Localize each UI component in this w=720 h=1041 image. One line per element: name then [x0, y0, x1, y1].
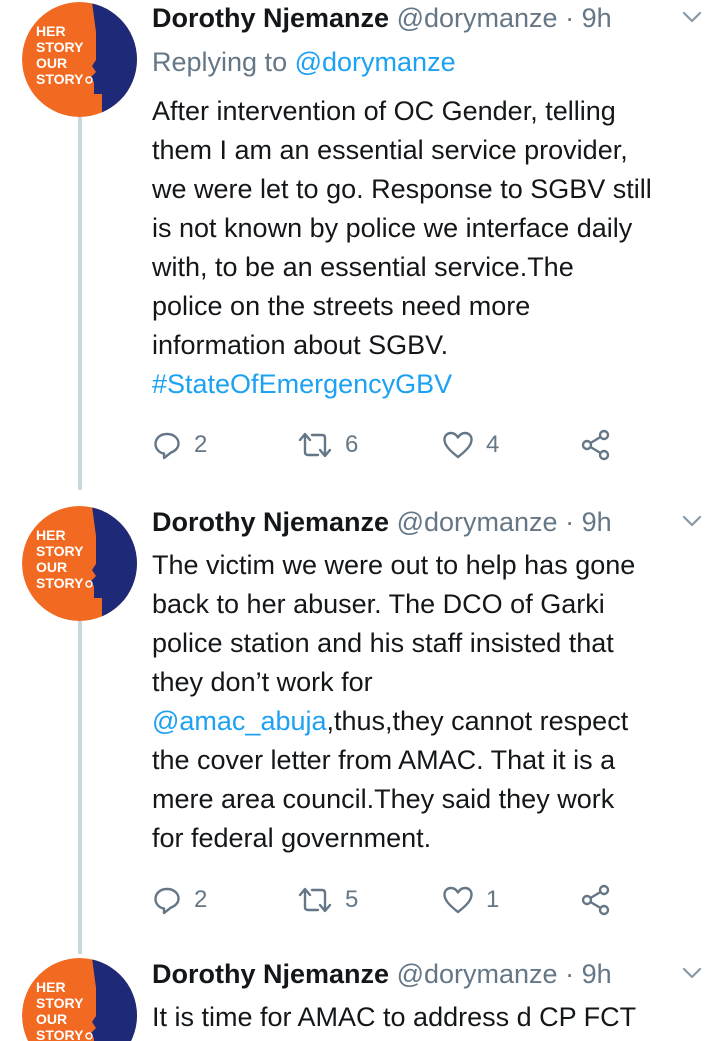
reply-count: 2: [194, 886, 208, 913]
tweet-text-line: It is time for AMAC to address d CP FCT: [152, 1002, 637, 1032]
retweet-icon: [298, 887, 332, 913]
tweet-text-line: mere area council.They said they work: [152, 784, 615, 814]
avatar-text-story: STORY: [36, 995, 84, 1011]
tweet-text-line: police on the streets need more: [152, 291, 531, 321]
avatar-text-story: STORY: [36, 543, 84, 559]
tweet-text-line: with, to be an essential service.The: [152, 252, 574, 282]
tweet-time[interactable]: 9h: [582, 3, 612, 33]
separator-dot: ·: [565, 3, 575, 33]
tweet-text-line: After intervention of OC Gender, telling: [152, 96, 616, 126]
tweet-3[interactable]: HER STORY OUR STORY Dorothy Njemanze @do…: [0, 956, 720, 1041]
like-button[interactable]: 4: [442, 425, 499, 465]
tweet-header: Dorothy Njemanze @dorymanze · 9h: [152, 504, 700, 540]
tweet-1[interactable]: HER STORY OUR STORY Dorothy Njemanze @do…: [0, 0, 720, 490]
avatar-profile-silhouette: [90, 958, 137, 1041]
avatar-text-her: HER: [36, 23, 66, 39]
avatar-text-story-2: STORY: [36, 71, 84, 87]
share-button[interactable]: [580, 425, 612, 465]
author-name[interactable]: Dorothy Njemanze: [152, 3, 389, 33]
avatar-text-our: OUR: [36, 1011, 67, 1027]
avatar-text-our: OUR: [36, 559, 67, 575]
avatar-text-story-2: STORY: [36, 1027, 84, 1041]
hashtag-link[interactable]: #StateOfEmergencyGBV: [152, 365, 700, 404]
chevron-down-icon[interactable]: [682, 10, 702, 24]
tweet-header: Dorothy Njemanze @dorymanze · 9h: [152, 0, 700, 36]
replying-to-label: Replying to: [152, 47, 288, 77]
chevron-down-icon[interactable]: [682, 514, 702, 528]
author-name[interactable]: Dorothy Njemanze: [152, 959, 389, 989]
tweet-text-line: The victim we were out to help has gone: [152, 550, 636, 580]
tweet-text-line: back to her abuser. The DCO of Garki: [152, 589, 605, 619]
avatar-text-story: STORY: [36, 39, 84, 55]
tweet-text-line: they don’t work for: [152, 667, 373, 697]
replying-to: Replying to @dorymanze: [152, 44, 456, 80]
tweet-time[interactable]: 9h: [582, 959, 612, 989]
reply-icon: [154, 887, 180, 915]
tweet-text: After intervention of OC Gender, telling…: [152, 92, 700, 404]
tweet-text-line: is not known by police we interface dail…: [152, 213, 633, 243]
tweet-text-line: information about SGBV.: [152, 330, 449, 360]
author-handle[interactable]: @dorymanze: [397, 507, 558, 537]
thread-connector-line: [78, 619, 82, 954]
retweet-button[interactable]: 5: [297, 880, 358, 920]
thread-connector-line: [78, 115, 82, 490]
tweet-header: Dorothy Njemanze @dorymanze · 9h: [152, 956, 700, 992]
avatar-text-her: HER: [36, 527, 66, 543]
author-name[interactable]: Dorothy Njemanze: [152, 507, 389, 537]
author-handle[interactable]: @dorymanze: [397, 959, 558, 989]
avatar[interactable]: HER STORY OUR STORY: [22, 2, 137, 117]
reply-icon: [154, 432, 180, 460]
like-count: 4: [486, 431, 500, 458]
tweet-text-fragment: ,thus,they cannot respect: [326, 706, 629, 736]
tweet-time[interactable]: 9h: [582, 507, 612, 537]
tweet-text: The victim we were out to help has gone …: [152, 546, 700, 858]
reply-button[interactable]: 2: [152, 425, 207, 465]
avatar[interactable]: HER STORY OUR STORY: [22, 506, 137, 621]
mention-link[interactable]: @amac_abuja: [152, 706, 327, 736]
separator-dot: ·: [565, 959, 575, 989]
retweet-icon: [298, 432, 332, 458]
tweet-text-line: police station and his staff insisted th…: [152, 628, 614, 658]
reply-button[interactable]: 2: [152, 880, 207, 920]
like-icon: [443, 431, 473, 459]
tweet-text: It is time for AMAC to address d CP FCT: [152, 998, 700, 1037]
avatar-text-story-2: STORY: [36, 575, 84, 591]
share-icon: [581, 884, 610, 916]
chevron-down-icon[interactable]: [682, 966, 702, 980]
tweet-2[interactable]: HER STORY OUR STORY Dorothy Njemanze @do…: [0, 504, 720, 954]
tweet-text-line: @amac_abuja,thus,they cannot respect: [152, 702, 700, 741]
retweet-count: 5: [345, 886, 359, 913]
avatar[interactable]: HER STORY OUR STORY: [22, 958, 137, 1041]
tweet-thread: HER STORY OUR STORY Dorothy Njemanze @do…: [0, 0, 720, 1041]
author-handle[interactable]: @dorymanze: [397, 3, 558, 33]
share-button[interactable]: [580, 880, 612, 920]
reply-count: 2: [194, 431, 208, 458]
tweet-text-line: the cover letter from AMAC. That it is a: [152, 745, 616, 775]
replying-to-handle[interactable]: @dorymanze: [295, 47, 456, 77]
tweet-text-line: we were let to go. Response to SGBV stil…: [152, 174, 652, 204]
avatar-text-our: OUR: [36, 55, 67, 71]
avatar-text-her: HER: [36, 979, 66, 995]
like-icon: [443, 886, 473, 914]
tweet-text-line: for federal government.: [152, 823, 432, 853]
separator-dot: ·: [565, 507, 575, 537]
like-button[interactable]: 1: [442, 880, 499, 920]
tweet-text-line: them I am an essential service provider,: [152, 135, 628, 165]
like-count: 1: [486, 886, 500, 913]
share-icon: [581, 429, 610, 461]
retweet-count: 6: [345, 431, 359, 458]
retweet-button[interactable]: 6: [297, 425, 358, 465]
